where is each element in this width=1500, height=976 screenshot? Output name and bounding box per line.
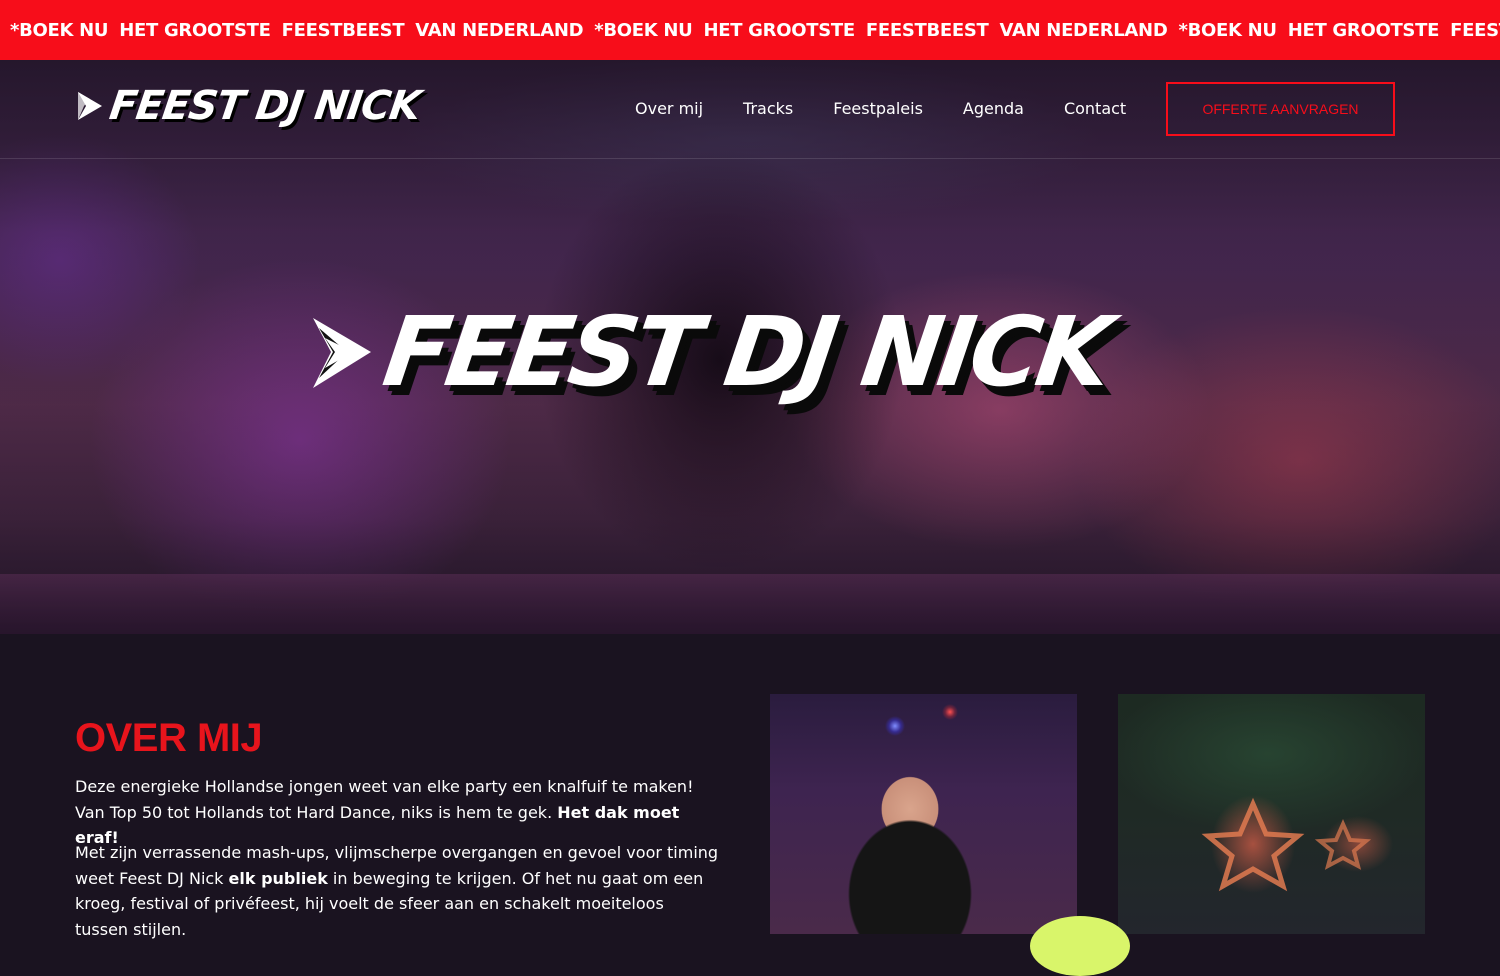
nav-link-feestpaleis[interactable]: Feestpaleis	[833, 96, 923, 122]
party-decor-photo	[1118, 694, 1425, 934]
ticker-track: *BOEK NU HET GROOTSTE FEESTBEEST VAN NED…	[10, 0, 1500, 60]
hero-logo-text: FEEST DJ NICK	[377, 296, 1116, 408]
ticker-item: FEESTBEEST	[281, 19, 405, 41]
ticker-item: VAN NEDERLAND	[999, 19, 1168, 41]
dj-performing-photo	[770, 694, 1077, 934]
logo-text: FEEST DJ NICK	[106, 83, 423, 129]
nav-link-contact[interactable]: Contact	[1064, 96, 1126, 122]
ticker-banner: *BOEK NU HET GROOTSTE FEESTBEEST VAN NED…	[0, 0, 1500, 60]
ticker-item: HET GROOTSTE	[1287, 19, 1440, 41]
ticker-item: FEESTBEEST	[865, 19, 989, 41]
about-paragraph-2: Met zijn verrassende mash-ups, vlijmsche…	[75, 840, 720, 942]
nav-link-over-mij[interactable]: Over mij	[635, 96, 703, 122]
nav-link-tracks[interactable]: Tracks	[743, 96, 793, 122]
quote-request-button[interactable]: OFFERTE AANVRAGEN	[1166, 82, 1395, 136]
ticker-item: *BOEK NU	[1178, 19, 1277, 41]
hero-logo: FEEST DJ NICK	[305, 296, 1115, 408]
play-arrow-icon	[78, 92, 102, 120]
star-decoration-icon	[1201, 797, 1372, 892]
site-logo[interactable]: FEEST DJ NICK	[76, 83, 423, 129]
about-text-bold: elk publiek	[228, 868, 328, 888]
ticker-item: *BOEK NU	[10, 19, 109, 41]
lime-accent-shape	[1030, 916, 1130, 976]
nav-link-agenda[interactable]: Agenda	[963, 96, 1024, 122]
about-title: OVER MIJ	[75, 716, 263, 760]
play-arrow-icon	[313, 318, 371, 388]
ticker-item: FEESTBEEST	[1450, 19, 1500, 41]
ticker-item: HET GROOTSTE	[119, 19, 271, 41]
ticker-item: VAN NEDERLAND	[415, 19, 584, 41]
main-nav: Over mij Tracks Feestpaleis Agenda Conta…	[615, 96, 1146, 122]
header-divider	[0, 158, 1500, 159]
ticker-item: HET GROOTSTE	[703, 19, 855, 41]
about-section: OVER MIJ Deze energieke Hollandse jongen…	[0, 634, 1500, 939]
ticker-item: *BOEK NU	[594, 19, 693, 41]
